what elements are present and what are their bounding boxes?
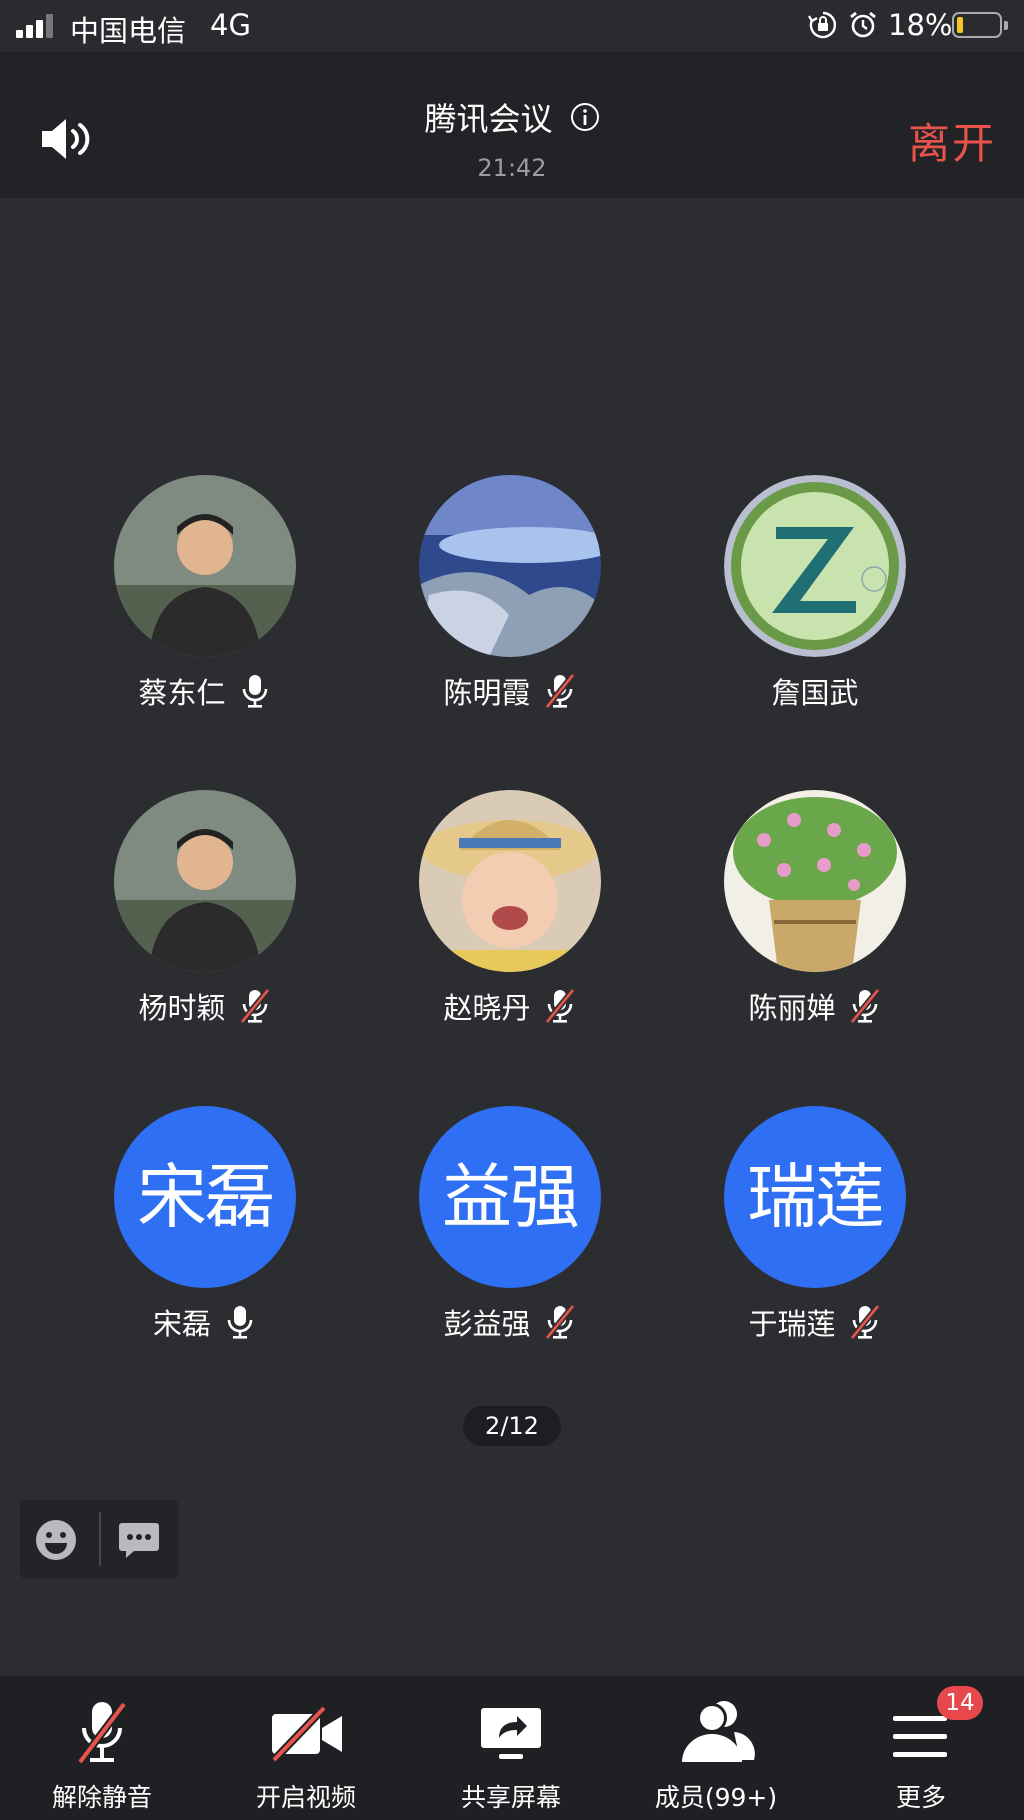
person-photo-avatar bbox=[114, 790, 296, 972]
participant-tile[interactable]: 赵晓丹 bbox=[380, 790, 640, 1026]
participant-name-row: 蔡东仁 bbox=[75, 671, 335, 711]
bottom-toolbar: 解除静音 开启视频 共享屏幕 成员(99+) 14 更多 bbox=[0, 1676, 1024, 1820]
members-icon bbox=[682, 1701, 755, 1762]
participant-name-row: 宋磊 bbox=[75, 1302, 335, 1342]
participant-name-row: 于瑞莲 bbox=[685, 1302, 945, 1342]
meeting-title-row: 腾讯会议 bbox=[0, 94, 1024, 140]
reaction-chat-bar bbox=[20, 1500, 178, 1578]
participant-tile[interactable]: 杨时颖 bbox=[75, 790, 335, 1026]
start-video-label: 开启视频 bbox=[255, 1783, 356, 1812]
page-indicator: 2/12 bbox=[463, 1406, 561, 1446]
text-avatar: 瑞莲 bbox=[724, 1106, 906, 1288]
participant-name: 于瑞莲 bbox=[748, 1307, 836, 1341]
meeting-time: 21:42 bbox=[477, 154, 547, 182]
person-photo-avatar bbox=[114, 475, 296, 657]
meeting-header: 腾讯会议 21:42 离开 bbox=[0, 52, 1024, 198]
alarm-icon bbox=[850, 11, 876, 38]
video-off-icon bbox=[271, 1705, 342, 1763]
members-button[interactable]: 成员(99+) bbox=[614, 1676, 818, 1820]
more-button[interactable]: 14 更多 bbox=[819, 1676, 1023, 1820]
participant-tile[interactable]: 陈丽婵 bbox=[685, 790, 945, 1026]
network-type: 4G bbox=[210, 8, 251, 42]
flower-pot-avatar bbox=[724, 790, 906, 972]
mic-muted-icon bbox=[76, 1701, 128, 1765]
text-avatar: 益强 bbox=[419, 1106, 601, 1288]
signal-icon bbox=[16, 14, 60, 38]
unmute-button[interactable]: 解除静音 bbox=[0, 1676, 204, 1820]
participant-tile[interactable]: 瑞莲于瑞莲 bbox=[685, 1106, 945, 1342]
participant-name: 赵晓丹 bbox=[443, 991, 531, 1025]
rotation-lock-icon bbox=[808, 11, 837, 39]
mic-muted-icon bbox=[544, 1304, 575, 1340]
battery-percentage: 18% bbox=[888, 8, 953, 42]
participant-name-row: 陈明霞 bbox=[380, 671, 640, 711]
mic-icon bbox=[227, 1306, 253, 1339]
z-logo-avatar bbox=[724, 475, 906, 657]
mic-muted-icon bbox=[239, 988, 270, 1024]
unmute-label: 解除静音 bbox=[51, 1783, 152, 1812]
participant-name-row: 赵晓丹 bbox=[380, 986, 640, 1026]
participant-tile[interactable]: 詹国武 bbox=[685, 475, 945, 711]
share-screen-icon bbox=[481, 1708, 541, 1759]
battery-icon bbox=[952, 12, 1008, 38]
chat-icon[interactable] bbox=[118, 1520, 160, 1560]
baby-photo-avatar bbox=[419, 790, 601, 972]
participant-tile[interactable]: 陈明霞 bbox=[380, 475, 640, 711]
notification-badge: 14 bbox=[937, 1686, 983, 1720]
participant-name: 彭益强 bbox=[443, 1307, 531, 1341]
participant-name: 宋磊 bbox=[152, 1307, 211, 1341]
mic-muted-icon bbox=[849, 988, 880, 1024]
participant-name-row: 詹国武 bbox=[685, 671, 945, 711]
status-bar: 中国电信 4G 18% bbox=[0, 0, 1024, 52]
members-label: 成员(99+) bbox=[654, 1783, 778, 1812]
participant-name: 陈丽婵 bbox=[748, 991, 836, 1025]
participant-tile[interactable]: 蔡东仁 bbox=[75, 475, 335, 711]
participant-name: 陈明霞 bbox=[443, 676, 531, 710]
participant-name-row: 杨时颖 bbox=[75, 986, 335, 1026]
more-label: 更多 bbox=[895, 1783, 946, 1812]
mic-muted-icon bbox=[849, 1304, 880, 1340]
info-icon[interactable] bbox=[570, 102, 600, 132]
lake-landscape-avatar bbox=[419, 475, 601, 657]
participant-name: 詹国武 bbox=[771, 676, 859, 710]
mic-muted-icon bbox=[544, 988, 575, 1024]
participant-name-row: 陈丽婵 bbox=[685, 986, 945, 1026]
participant-name-row: 彭益强 bbox=[380, 1302, 640, 1342]
share-screen-button[interactable]: 共享屏幕 bbox=[409, 1676, 613, 1820]
mic-muted-icon bbox=[544, 673, 575, 709]
share-screen-label: 共享屏幕 bbox=[460, 1783, 561, 1812]
emoji-icon[interactable] bbox=[34, 1518, 78, 1562]
mic-icon bbox=[242, 675, 267, 708]
participant-tile[interactable]: 宋磊 宋磊 bbox=[75, 1106, 335, 1342]
text-avatar: 宋磊 bbox=[114, 1106, 296, 1288]
participant-name: 杨时颖 bbox=[138, 991, 226, 1025]
participant-name: 蔡东仁 bbox=[138, 676, 226, 710]
participant-tile[interactable]: 益强彭益强 bbox=[380, 1106, 640, 1342]
divider bbox=[99, 1512, 101, 1566]
start-video-button[interactable]: 开启视频 bbox=[204, 1676, 408, 1820]
leave-button[interactable]: 离开 bbox=[908, 110, 996, 171]
meeting-title: 腾讯会议 bbox=[424, 100, 553, 138]
carrier-name: 中国电信 bbox=[70, 14, 187, 48]
